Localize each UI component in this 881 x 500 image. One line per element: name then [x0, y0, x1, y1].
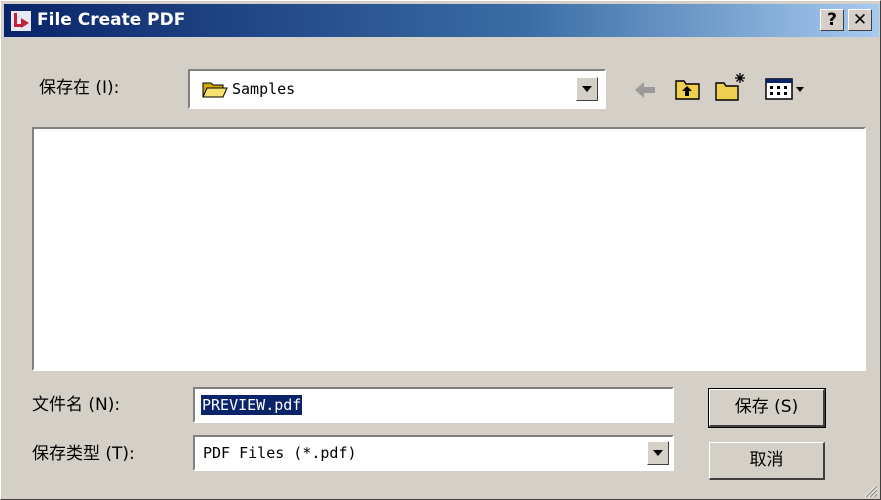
window-title: File Create PDF — [37, 10, 186, 30]
filetype-value: PDF Files (*.pdf) — [203, 444, 357, 462]
save-in-folder-name: Samples — [232, 80, 296, 98]
cancel-button[interactable]: 取消 — [709, 442, 825, 480]
save-in-combobox[interactable]: Samples — [188, 69, 606, 109]
filename-label: 文件名 (N): — [32, 395, 121, 415]
resize-grip-icon[interactable] — [862, 482, 878, 498]
open-folder-icon — [202, 82, 228, 98]
filetype-dropdown-button[interactable] — [647, 441, 669, 465]
close-button[interactable]: ✕ — [848, 9, 872, 31]
filetype-combobox[interactable]: PDF Files (*.pdf) — [193, 435, 674, 471]
help-button[interactable]: ? — [820, 9, 844, 31]
filetype-label: 保存类型 (T): — [32, 444, 135, 464]
title-bar[interactable]: File Create PDF ? ✕ — [4, 4, 879, 37]
save-in-label: 保存在 (I): — [39, 78, 120, 98]
file-list-view[interactable] — [32, 127, 866, 371]
filename-input[interactable]: PREVIEW.pdf — [193, 387, 674, 423]
file-create-pdf-dialog: File Create PDF ? ✕ 保存在 (I): Samples 文件名… — [0, 0, 881, 500]
save-in-dropdown-button[interactable] — [576, 77, 598, 101]
save-button[interactable]: 保存 (S) — [708, 388, 826, 428]
back-arrow-icon[interactable] — [631, 77, 661, 103]
filename-value: PREVIEW.pdf — [201, 395, 303, 415]
up-one-level-icon[interactable] — [673, 75, 703, 103]
view-menu-icon[interactable] — [765, 75, 807, 103]
app-icon — [11, 11, 31, 31]
new-folder-icon[interactable] — [713, 69, 749, 103]
